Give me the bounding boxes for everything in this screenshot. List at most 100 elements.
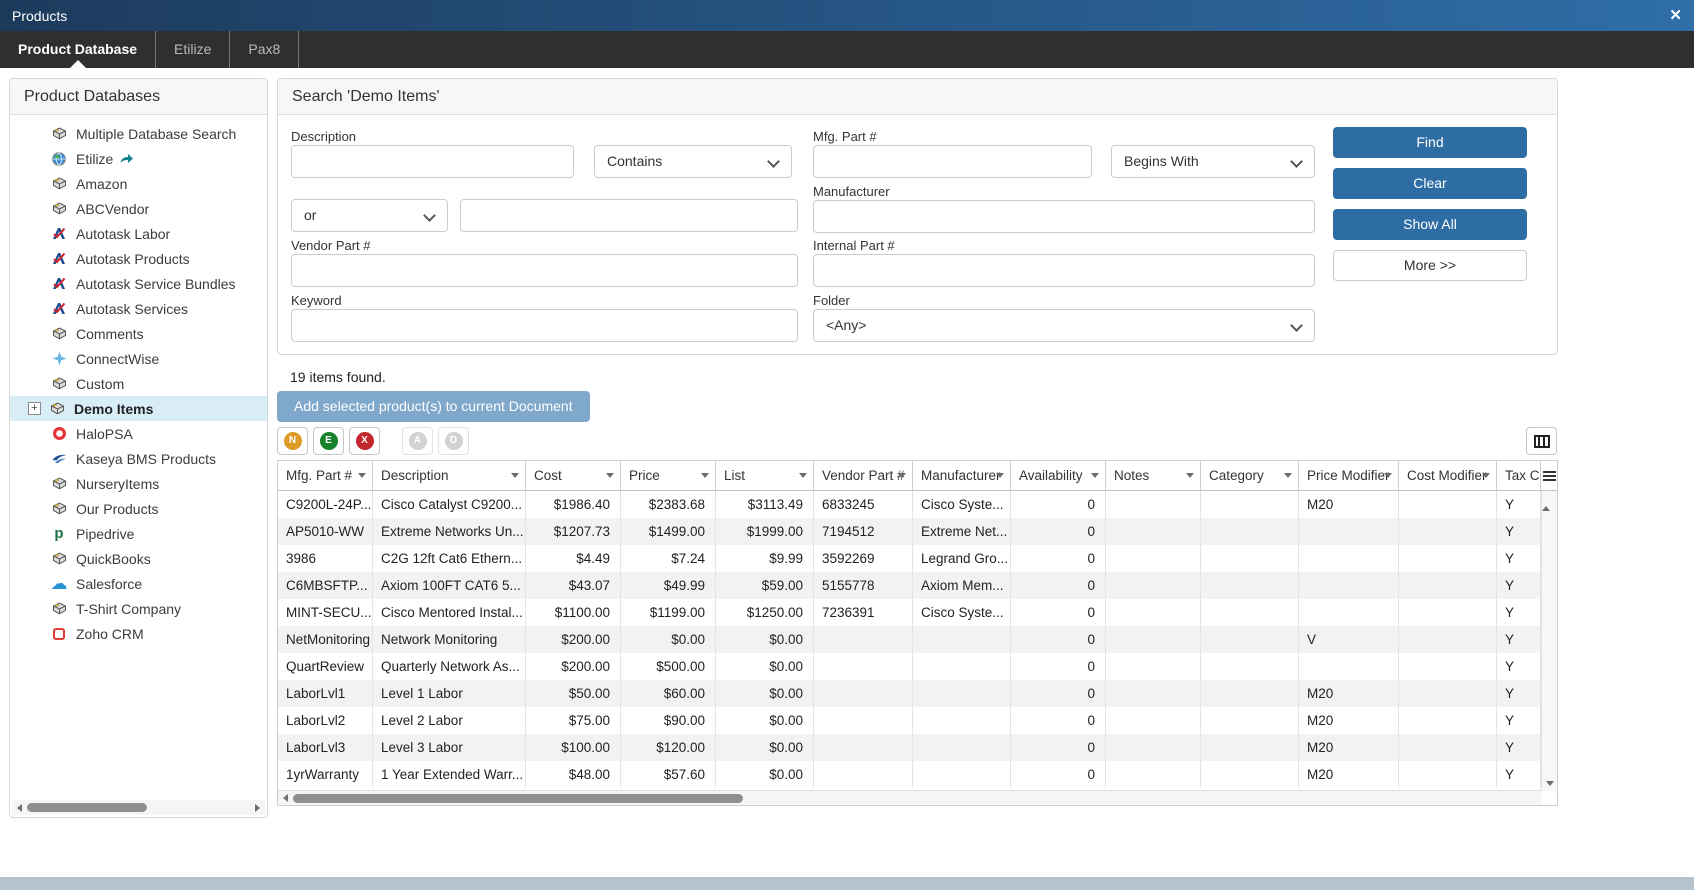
sidebar-item-salesforce[interactable]: ☁Salesforce: [10, 571, 267, 596]
sort-chevron-icon: [799, 473, 807, 478]
sidebar-item-demo-items[interactable]: +Demo Items: [10, 396, 267, 421]
sidebar-item-autotask-services[interactable]: Autotask Services: [10, 296, 267, 321]
cell-category: [1201, 680, 1299, 707]
sidebar-item-label: NurseryItems: [76, 476, 159, 492]
description-input[interactable]: [291, 145, 574, 178]
column-header-tax-code[interactable]: Tax Code: [1497, 461, 1541, 490]
column-header-price-modifier[interactable]: Price Modifier: [1299, 461, 1399, 490]
filter-button-e[interactable]: E: [313, 427, 344, 455]
scroll-down-icon[interactable]: [1546, 781, 1554, 786]
mfg-part-match-select[interactable]: Begins With: [1111, 145, 1315, 178]
sidebar-item-pipedrive[interactable]: pPipedrive: [10, 521, 267, 546]
sidebar-item-comments[interactable]: Comments: [10, 321, 267, 346]
sidebar-item-etilize[interactable]: Etilize: [10, 146, 267, 171]
sidebar-item-abcvendor[interactable]: ABCVendor: [10, 196, 267, 221]
column-header-manufacturer[interactable]: Manufacturer: [913, 461, 1011, 490]
or-operator-select[interactable]: or: [291, 199, 448, 232]
sidebar-item-our-products[interactable]: Our Products: [10, 496, 267, 521]
sidebar-item-multiple-database-search[interactable]: Multiple Database Search: [10, 121, 267, 146]
column-header-vendor-part[interactable]: Vendor Part #: [814, 461, 913, 490]
manufacturer-input[interactable]: [813, 200, 1315, 233]
autotask-icon: [50, 301, 68, 317]
scroll-left-icon[interactable]: [283, 794, 288, 802]
or-value-input[interactable]: [460, 199, 798, 232]
sidebar-item-quickbooks[interactable]: QuickBooks: [10, 546, 267, 571]
table-row[interactable]: MINT-SECU...Cisco Mentored Instal...$110…: [278, 599, 1557, 626]
column-chooser-button[interactable]: [1526, 427, 1557, 455]
sort-chevron-icon: [898, 473, 906, 478]
scroll-left-icon[interactable]: [17, 804, 22, 812]
sidebar-item-connectwise[interactable]: ConnectWise: [10, 346, 267, 371]
cell-description: 1 Year Extended Warr...: [373, 761, 526, 788]
expand-plus-icon[interactable]: +: [28, 402, 41, 415]
sidebar-item-autotask-labor[interactable]: Autotask Labor: [10, 221, 267, 246]
column-header-availability[interactable]: Availability: [1011, 461, 1106, 490]
sidebar-item-custom[interactable]: Custom: [10, 371, 267, 396]
cell-manufacturer: [913, 653, 1011, 680]
table-row[interactable]: 3986C2G 12ft Cat6 Ethern...$4.49$7.24$9.…: [278, 545, 1557, 572]
table-row[interactable]: LaborLvl3Level 3 Labor$100.00$120.00$0.0…: [278, 734, 1557, 761]
letter-badge-icon: D: [445, 432, 463, 450]
close-icon[interactable]: ✕: [1669, 8, 1682, 23]
tab-pax8[interactable]: Pax8: [230, 31, 299, 68]
scroll-right-icon[interactable]: [255, 804, 260, 812]
sidebar-item-zoho-crm[interactable]: Zoho CRM: [10, 621, 267, 646]
internal-part-input[interactable]: [813, 254, 1315, 287]
scrollbar-thumb[interactable]: [293, 794, 743, 803]
folder-select[interactable]: <Any>: [813, 309, 1315, 342]
column-header-list[interactable]: List: [716, 461, 814, 490]
more-button[interactable]: More >>: [1333, 250, 1527, 281]
table-row[interactable]: LaborLvl1Level 1 Labor$50.00$60.00$0.000…: [278, 680, 1557, 707]
table-row[interactable]: NetMonitoringNetwork Monitoring$200.00$0…: [278, 626, 1557, 653]
show-all-button[interactable]: Show All: [1333, 209, 1527, 240]
table-row[interactable]: C6MBSFTP...Axiom 100FT CAT6 5...$43.07$4…: [278, 572, 1557, 599]
letter-badge-icon: X: [356, 432, 374, 450]
find-button[interactable]: Find: [1333, 127, 1527, 158]
column-header-cost-modifier[interactable]: Cost Modifier: [1399, 461, 1497, 490]
sidebar-item-halopsa[interactable]: HaloPSA: [10, 421, 267, 446]
cell-description: Cisco Catalyst C9200...: [373, 491, 526, 518]
scrollbar-thumb[interactable]: [27, 803, 147, 812]
cell-mfg-part: LaborLvl3: [278, 734, 373, 761]
add-to-document-button[interactable]: Add selected product(s) to current Docum…: [277, 391, 590, 422]
database-icon: [50, 376, 68, 392]
cell-manufacturer: [913, 707, 1011, 734]
table-row[interactable]: C9200L-24P...Cisco Catalyst C9200...$198…: [278, 491, 1557, 518]
table-row[interactable]: AP5010-WWExtreme Networks Un...$1207.73$…: [278, 518, 1557, 545]
keyword-input[interactable]: [291, 309, 798, 342]
filter-button-x[interactable]: X: [349, 427, 380, 455]
scroll-up-icon[interactable]: [1542, 491, 1550, 511]
grid-vertical-scrollbar[interactable]: [1541, 491, 1557, 791]
column-header-price[interactable]: Price: [621, 461, 716, 490]
column-header-category[interactable]: Category: [1201, 461, 1299, 490]
clear-button[interactable]: Clear: [1333, 168, 1527, 199]
description-match-select[interactable]: Contains: [594, 145, 792, 178]
sidebar-item-t-shirt-company[interactable]: T-Shirt Company: [10, 596, 267, 621]
mfg-part-input[interactable]: [813, 145, 1092, 178]
column-header-cost[interactable]: Cost: [526, 461, 621, 490]
sidebar-item-autotask-products[interactable]: Autotask Products: [10, 246, 267, 271]
grid-horizontal-scrollbar[interactable]: [278, 790, 1541, 805]
filter-button-n[interactable]: N: [277, 427, 308, 455]
column-header-notes[interactable]: Notes: [1106, 461, 1201, 490]
sidebar-item-label: ABCVendor: [76, 201, 149, 217]
grid-menu-button[interactable]: [1541, 461, 1557, 490]
table-row[interactable]: QuartReviewQuarterly Network As...$200.0…: [278, 653, 1557, 680]
sidebar-item-label: T-Shirt Company: [76, 601, 181, 617]
sidebar-item-amazon[interactable]: Amazon: [10, 171, 267, 196]
vendor-part-input[interactable]: [291, 254, 798, 287]
vendor-part-label: Vendor Part #: [291, 238, 371, 253]
table-row[interactable]: 1yrWarranty1 Year Extended Warr...$48.00…: [278, 761, 1557, 788]
table-row[interactable]: LaborLvl2Level 2 Labor$75.00$90.00$0.000…: [278, 707, 1557, 734]
cell-availability: 0: [1011, 734, 1106, 761]
column-header-description[interactable]: Description: [373, 461, 526, 490]
cell-list: $59.00: [716, 572, 814, 599]
sidebar-item-autotask-service-bundles[interactable]: Autotask Service Bundles: [10, 271, 267, 296]
sidebar-item-nurseryitems[interactable]: NurseryItems: [10, 471, 267, 496]
column-header-mfg-part[interactable]: Mfg. Part #: [278, 461, 373, 490]
tab-etilize[interactable]: Etilize: [156, 31, 230, 68]
sidebar-item-kaseya-bms-products[interactable]: Kaseya BMS Products: [10, 446, 267, 471]
tab-product-database[interactable]: Product Database: [0, 31, 156, 68]
cell-category: [1201, 572, 1299, 599]
sidebar-horizontal-scrollbar[interactable]: [12, 800, 265, 815]
